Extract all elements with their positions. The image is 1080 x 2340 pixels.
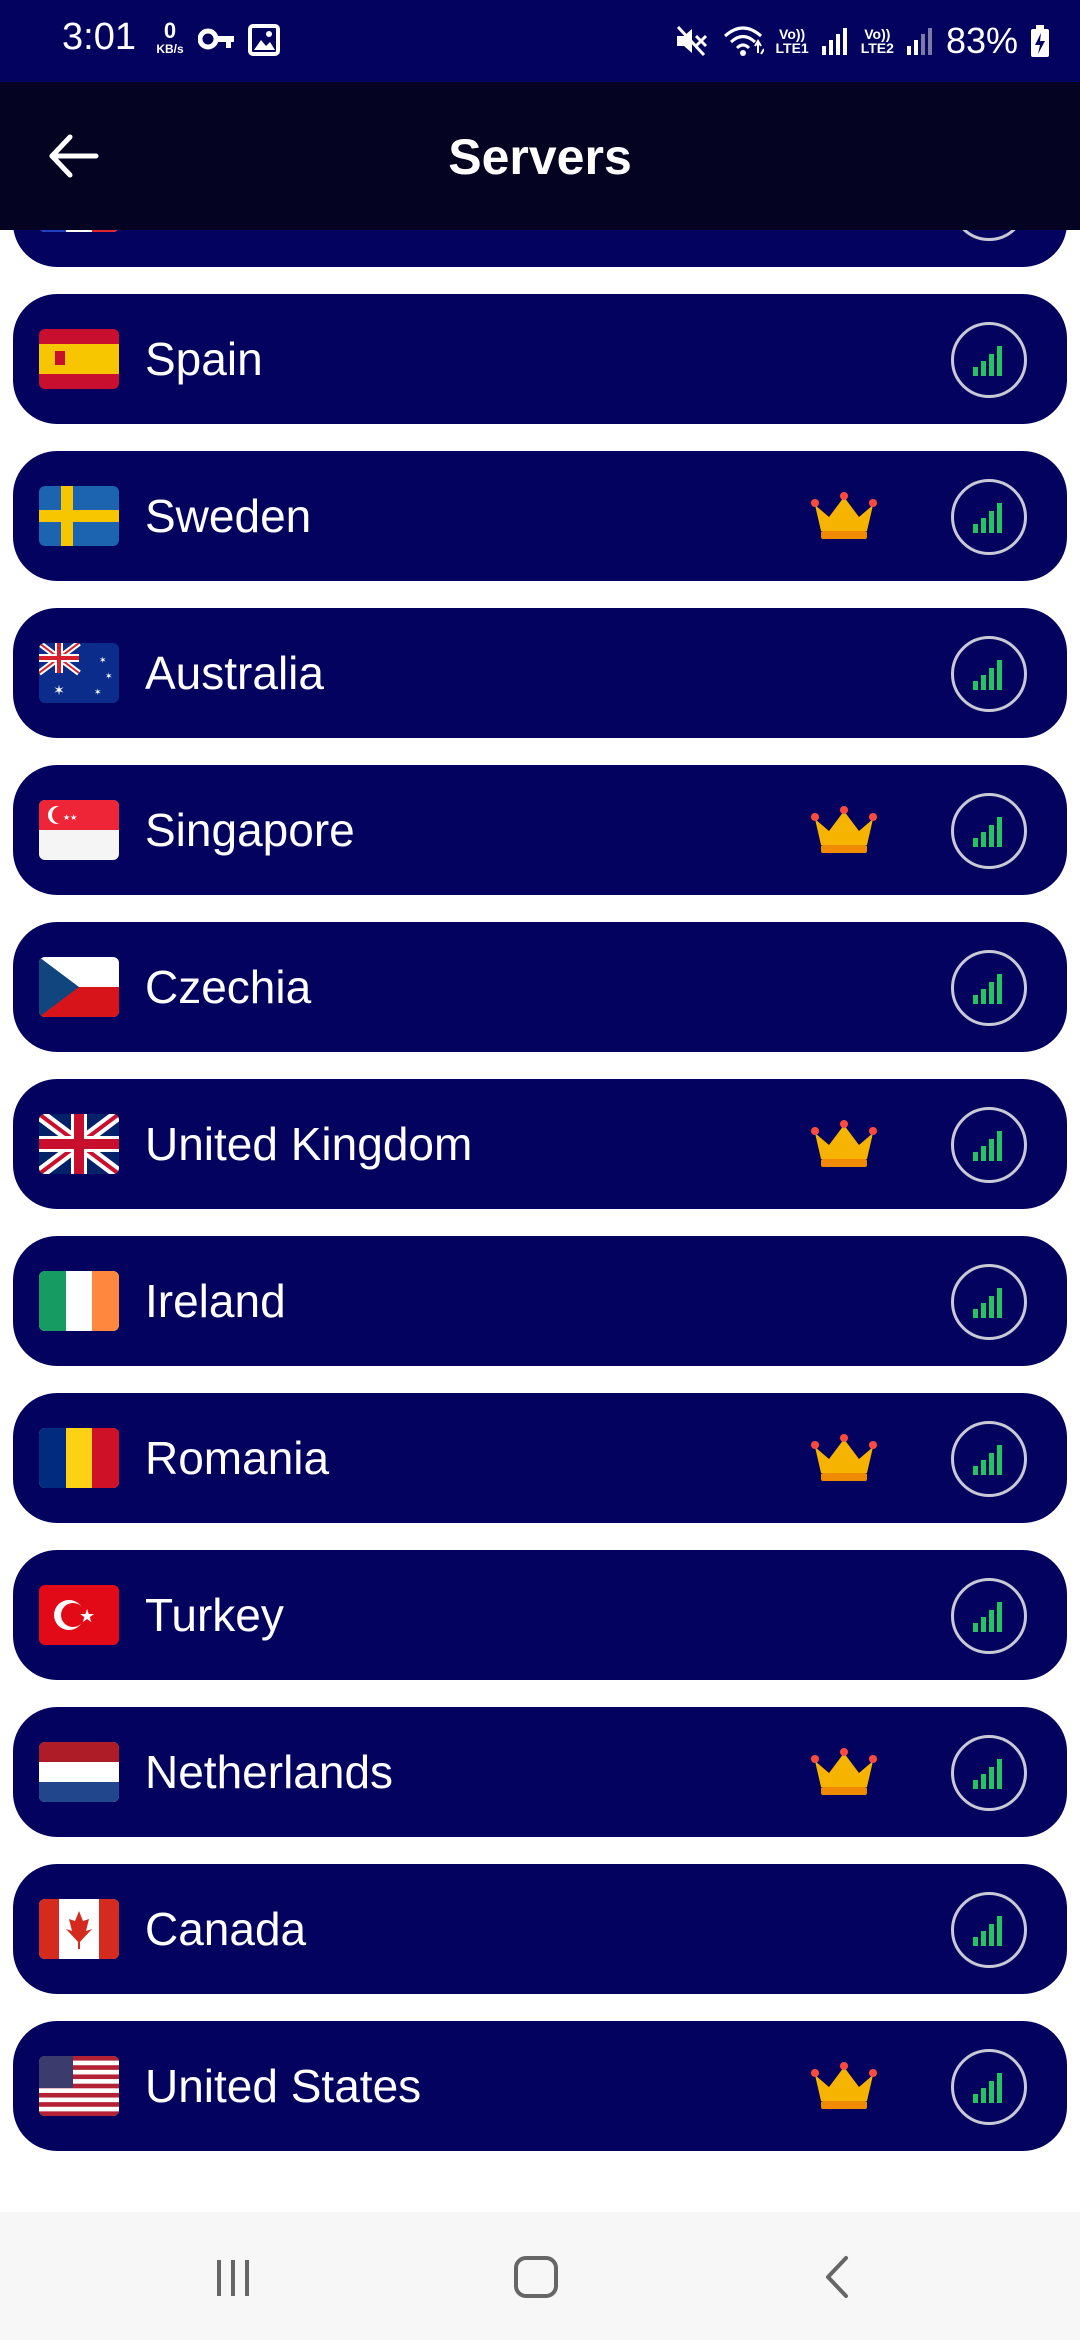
svg-text:★: ★ xyxy=(79,1606,95,1626)
signal-sim2-icon xyxy=(906,28,932,55)
premium-crown-icon xyxy=(811,491,877,541)
ireland-flag xyxy=(39,1271,119,1331)
svg-text:✶: ✶ xyxy=(105,671,113,681)
signal-strength-icon[interactable] xyxy=(951,1735,1027,1811)
home-button[interactable] xyxy=(506,2246,566,2306)
chevron-left-icon xyxy=(826,2256,848,2298)
premium-crown-icon xyxy=(811,1433,877,1483)
svg-text:✶: ✶ xyxy=(53,682,65,698)
country-name: France xyxy=(145,230,288,267)
signal-strength-icon[interactable] xyxy=(951,479,1027,555)
country-name: Turkey xyxy=(145,1589,284,1641)
australia-flag: ✶ ✶ ✶ ✶ xyxy=(39,643,119,703)
server-row[interactable]: Canada xyxy=(13,1864,1067,1994)
signal-sim1-icon xyxy=(821,28,847,55)
country-name: Czechia xyxy=(145,961,312,1013)
battery-charging-icon xyxy=(1031,25,1049,57)
server-row[interactable]: Czechia xyxy=(13,922,1067,1052)
server-list[interactable]: FranceSpainSweden✶✶✶✶Australia★★Singapor… xyxy=(0,230,1080,2212)
recent-apps-button[interactable] xyxy=(203,2246,263,2306)
country-name: Australia xyxy=(145,647,324,699)
premium-crown-icon xyxy=(811,2061,877,2111)
country-name: Ireland xyxy=(145,1275,286,1327)
signal-strength-icon[interactable] xyxy=(951,950,1027,1026)
image-notification-icon xyxy=(248,24,280,56)
country-name: Canada xyxy=(145,1903,307,1955)
premium-crown-icon xyxy=(811,1119,877,1169)
country-name: United Kingdom xyxy=(145,1118,473,1170)
svg-text:✶: ✶ xyxy=(94,687,102,697)
signal-strength-icon[interactable] xyxy=(951,1421,1027,1497)
app-bar: Servers xyxy=(0,82,1080,230)
server-row[interactable]: ★ Turkey xyxy=(13,1550,1067,1680)
status-time: 3:01 xyxy=(62,16,136,58)
signal-strength-icon[interactable] xyxy=(951,1264,1027,1340)
signal-strength-icon[interactable] xyxy=(951,1107,1027,1183)
svg-text:✶: ✶ xyxy=(99,655,107,665)
server-row[interactable]: Spain xyxy=(13,294,1067,424)
signal-strength-icon[interactable] xyxy=(951,636,1027,712)
usa-flag xyxy=(39,2056,119,2116)
country-name: Romania xyxy=(145,1432,330,1484)
signal-strength-icon[interactable] xyxy=(951,230,1027,241)
czechia-flag xyxy=(39,957,119,1017)
netherlands-flag xyxy=(39,1742,119,1802)
country-name: Netherlands xyxy=(145,1746,394,1798)
wifi-icon xyxy=(723,26,764,56)
recent-apps-icon xyxy=(217,2260,249,2296)
country-name: Singapore xyxy=(145,804,355,856)
server-row[interactable]: Netherlands xyxy=(13,1707,1067,1837)
nav-back-button[interactable] xyxy=(808,2246,868,2306)
sim2-label: Vo)) LTE2 xyxy=(860,26,894,56)
status-icons: Vo)) LTE1 Vo)) LTE2 83% xyxy=(674,16,1050,66)
server-row[interactable]: United States xyxy=(13,2021,1067,2151)
france-flag xyxy=(39,230,119,232)
romania-flag xyxy=(39,1428,119,1488)
server-row[interactable]: Romania xyxy=(13,1393,1067,1523)
canada-flag xyxy=(39,1899,119,1959)
home-icon xyxy=(514,2256,558,2298)
server-row[interactable]: United Kingdom xyxy=(13,1079,1067,1209)
sweden-flag xyxy=(39,486,119,546)
singapore-flag: ★★ xyxy=(39,800,119,860)
country-name: Spain xyxy=(145,333,263,385)
premium-crown-icon xyxy=(811,1747,877,1797)
signal-strength-icon[interactable] xyxy=(951,793,1027,869)
status-bar: 3:01 0 KB/s Vo)) LTE1 Vo)) LTE2 83% xyxy=(0,0,1080,82)
server-row[interactable]: Sweden xyxy=(13,451,1067,581)
uk-flag xyxy=(39,1114,119,1174)
server-row[interactable]: ★★ Singapore xyxy=(13,765,1067,895)
server-row[interactable]: France xyxy=(13,230,1067,267)
country-name: United States xyxy=(145,2060,422,2112)
spain-flag xyxy=(39,329,119,389)
signal-strength-icon[interactable] xyxy=(951,322,1027,398)
sim1-label: Vo)) LTE1 xyxy=(775,26,809,56)
signal-strength-icon[interactable] xyxy=(951,1892,1027,1968)
signal-strength-icon[interactable] xyxy=(951,2049,1027,2125)
svg-text:★★: ★★ xyxy=(63,813,77,822)
country-name: Sweden xyxy=(145,490,312,542)
page-title: Servers xyxy=(448,129,632,185)
premium-crown-icon xyxy=(811,805,877,855)
battery-percent: 83% xyxy=(945,20,1018,61)
system-nav-bar xyxy=(0,2212,1080,2340)
vpn-key-icon xyxy=(198,28,234,50)
mute-icon xyxy=(676,25,707,57)
server-row[interactable]: ✶ ✶ ✶ ✶ Australia xyxy=(13,608,1067,738)
server-row[interactable]: Ireland xyxy=(13,1236,1067,1366)
turkey-flag: ★ xyxy=(39,1585,119,1645)
signal-strength-icon[interactable] xyxy=(951,1578,1027,1654)
network-speed: 0 KB/s xyxy=(156,18,184,57)
